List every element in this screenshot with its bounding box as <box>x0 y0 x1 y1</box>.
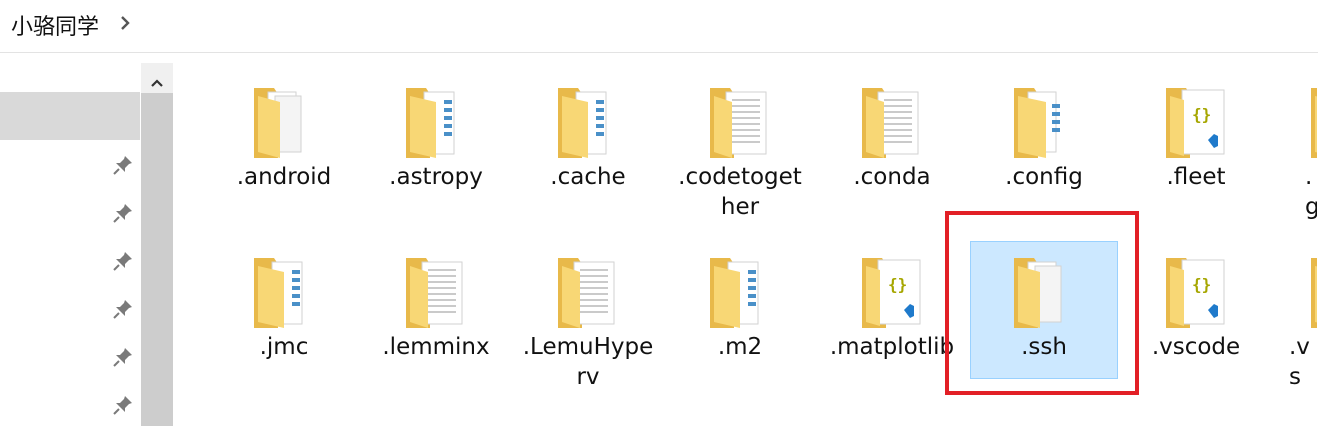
folder-media-icon <box>254 258 303 328</box>
svg-text:{}: {} <box>1192 105 1211 124</box>
pin-icon[interactable] <box>112 298 134 320</box>
vscode-json-file-icon: {} <box>1166 88 1225 158</box>
folder-docs-icon <box>1014 258 1062 328</box>
folder-media-icon <box>558 88 607 158</box>
pin-icon[interactable] <box>112 154 134 176</box>
pin-icon[interactable] <box>112 394 134 416</box>
pin-icon[interactable] <box>112 250 134 272</box>
file-list: .android .astropy .cache .codetogether .… <box>178 53 1318 426</box>
folder-item[interactable]: .cache <box>514 81 662 193</box>
pin-icon[interactable] <box>112 346 134 368</box>
svg-text:{}: {} <box>1192 275 1211 294</box>
file-item[interactable]: {} .matplotlib <box>818 251 966 363</box>
folder-item[interactable]: .m2 <box>666 251 814 363</box>
folder-item[interactable]: .astropy <box>362 81 510 193</box>
folder-item[interactable]: .LemuHyperv <box>514 251 662 393</box>
chevron-up-icon <box>151 78 163 87</box>
folder-docs-icon <box>1014 88 1060 158</box>
chevron-right-icon[interactable] <box>118 14 132 32</box>
folder-item[interactable]: .android <box>210 81 358 193</box>
folder-text-icon <box>558 258 615 328</box>
breadcrumb-current[interactable]: 小骆同学 <box>11 9 99 41</box>
scrollbar-thumb[interactable] <box>141 93 173 426</box>
folder-media-icon <box>406 88 455 158</box>
folder-item[interactable]: .config <box>970 81 1118 193</box>
folder-text-icon <box>710 88 767 158</box>
folder-docs-icon <box>254 88 302 158</box>
folder-item[interactable]: .g <box>1274 81 1318 223</box>
vscode-json-file-icon: {} <box>1166 258 1225 328</box>
folder-icon <box>1311 88 1317 158</box>
file-item[interactable]: {} .fleet <box>1122 81 1270 193</box>
folder-item[interactable]: .lemminx <box>362 251 510 363</box>
navigation-pane <box>0 53 178 426</box>
folder-text-icon <box>406 258 463 328</box>
folder-item[interactable]: .jmc <box>210 251 358 363</box>
svg-text:{}: {} <box>888 275 907 294</box>
folder-media-icon <box>710 258 759 328</box>
scroll-up-button[interactable] <box>141 63 173 93</box>
file-item[interactable]: {} .vscode <box>1122 251 1270 363</box>
pin-icon[interactable] <box>112 202 134 224</box>
nav-selected-item[interactable] <box>0 92 140 140</box>
folder-item-selected[interactable]: .ssh <box>970 241 1118 379</box>
folder-item[interactable]: .vs <box>1274 251 1318 393</box>
folder-item[interactable]: .codetogether <box>666 81 814 223</box>
folder-text-icon <box>862 88 919 158</box>
folder-icon <box>1311 258 1317 328</box>
breadcrumb: 小骆同学 <box>0 0 1318 53</box>
vscode-json-file-icon: {} <box>862 258 921 328</box>
folder-item[interactable]: .conda <box>818 81 966 193</box>
